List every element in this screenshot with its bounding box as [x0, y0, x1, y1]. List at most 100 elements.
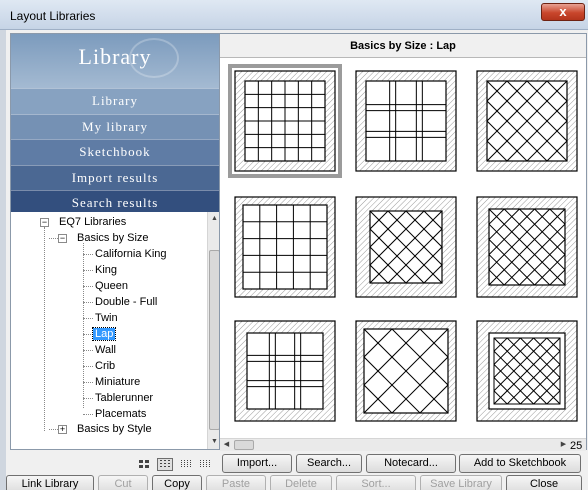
layout-thumbnail-on-point-small[interactable] — [351, 192, 461, 302]
layout-thumbnail-on-point-large[interactable] — [351, 316, 461, 426]
tree-connector — [83, 382, 93, 383]
tree-connector — [83, 243, 84, 408]
link-library-button[interactable]: Link Library — [6, 475, 94, 490]
tree-item-miniature[interactable]: Miniature — [93, 375, 142, 390]
layout-thumbnail-on-point-dense[interactable] — [472, 192, 582, 302]
tree-item-basics-by-style-label: Basics by Style — [77, 423, 152, 435]
tree-item-twin[interactable]: Twin — [93, 311, 120, 326]
tree-item-california-king[interactable]: California King — [93, 247, 169, 262]
tree-connector — [83, 302, 93, 303]
library-panel: Library Library My library Sketchbook Impor… — [10, 33, 220, 450]
view-medium-grid-icon[interactable] — [157, 458, 173, 471]
tree-connector — [83, 350, 93, 351]
search-button[interactable]: Search... — [296, 454, 362, 473]
nav-sketchbook-button[interactable]: Sketchbook — [11, 139, 219, 165]
scroll-right-arrow-icon[interactable]: ▶ — [558, 439, 569, 451]
layout-preview-icon — [355, 320, 457, 422]
tree-item-queen[interactable]: Queen — [93, 279, 130, 294]
tree-connector — [83, 366, 93, 367]
dialog-body: Library Library My library Sketchbook Impor… — [6, 30, 588, 490]
layout-preview-icon — [355, 70, 457, 172]
tree-item-twin-label: Twin — [95, 312, 118, 324]
tree-item-eq7-libraries-label: EQ7 Libraries — [59, 216, 127, 228]
nav-import-results-button[interactable]: Import results — [11, 164, 219, 191]
tree-connector — [83, 414, 93, 415]
delete-button[interactable]: Delete — [270, 475, 332, 490]
import-button[interactable]: Import... — [222, 454, 292, 473]
tree-connector — [83, 286, 93, 287]
view-small-grid-icon[interactable] — [136, 458, 152, 471]
add-to-sketchbook-button[interactable]: Add to Sketchbook — [459, 454, 581, 473]
tree-item-miniature-label: Miniature — [95, 376, 141, 388]
save-library-button[interactable]: Save Library — [420, 475, 502, 490]
grid-scrollbar[interactable]: ◀ ▶ 25 — [220, 438, 586, 452]
layout-preview-icon — [355, 196, 457, 298]
copy-button[interactable]: Copy — [152, 475, 202, 490]
notecard-button[interactable]: Notecard... — [366, 454, 456, 473]
tree-item-queen-label: Queen — [95, 280, 129, 292]
tree-connector — [83, 254, 93, 255]
tree-item-placemats-label: Placemats — [95, 408, 147, 420]
library-header: Library — [11, 34, 219, 88]
layout-preview-icon — [234, 70, 336, 172]
layout-preview-panel: Basics by Size : Lap ◀ ▶ 25 — [219, 33, 587, 452]
tree-item-king[interactable]: King — [93, 263, 119, 278]
cut-button[interactable]: Cut — [98, 475, 148, 490]
tree-item-double-full-label: Double - Full — [95, 296, 158, 308]
tree-item-california-king-label: California King — [95, 248, 167, 260]
tree-item-tablerunner-label: Tablerunner — [95, 392, 154, 404]
tree-connector — [83, 270, 93, 271]
layout-thumbnail-sashed-grid[interactable] — [351, 66, 461, 176]
tree-item-basics-by-size[interactable]: Basics by Size — [75, 231, 151, 246]
category-heading: Basics by Size : Lap — [220, 34, 586, 58]
tree-connector — [83, 318, 93, 319]
layout-thumbnail-on-point[interactable] — [472, 66, 582, 176]
scroll-left-arrow-icon[interactable]: ◀ — [221, 439, 232, 451]
tree-connector — [49, 238, 58, 239]
layout-preview-icon — [476, 196, 578, 298]
tree-item-lap-label: Lap — [91, 327, 117, 341]
tree-item-wall-label: Wall — [95, 344, 116, 356]
layout-preview-icon — [234, 196, 336, 298]
tree-item-eq7-libraries[interactable]: EQ7 Libraries — [57, 215, 128, 230]
layout-thumbnail-on-point-inner-border[interactable] — [472, 316, 582, 426]
tree-connector — [83, 334, 93, 335]
paste-button[interactable]: Paste — [206, 475, 266, 490]
grid-scroll-thumb[interactable] — [234, 440, 254, 450]
tree-item-basics-by-size-label: Basics by Size — [77, 232, 149, 244]
layout-count: 25 — [570, 440, 583, 452]
nav-library-button[interactable]: Library — [11, 88, 219, 114]
tree-item-lap[interactable]: Lap — [91, 327, 117, 342]
expand-basics-by-style-icon[interactable]: + — [58, 425, 67, 434]
tree-item-placemats[interactable]: Placemats — [93, 407, 148, 422]
tree-item-tablerunner[interactable]: Tablerunner — [93, 391, 155, 406]
library-header-title: Library — [78, 44, 152, 69]
close-button[interactable]: Close — [506, 475, 582, 490]
tree-item-king-label: King — [95, 264, 118, 276]
tree-connector — [49, 429, 58, 430]
view-large-grid-icon[interactable] — [178, 458, 194, 471]
window-title: Layout Libraries — [10, 9, 96, 23]
layout-grid — [220, 58, 586, 438]
layout-thumbnail-straight-grid-wide[interactable] — [230, 192, 340, 302]
tree-item-wall[interactable]: Wall — [93, 343, 118, 358]
tree-connector — [44, 227, 45, 431]
view-dense-grid-icon[interactable] — [197, 458, 213, 471]
tree-connector — [83, 398, 93, 399]
layout-thumbnail-sashed-grid-3x3[interactable] — [230, 316, 340, 426]
sort-button[interactable]: Sort... — [336, 475, 416, 490]
expand-basics-by-size-icon[interactable]: − — [58, 234, 67, 243]
layout-thumbnail-straight-grid[interactable] — [228, 64, 342, 178]
layout-preview-icon — [234, 320, 336, 422]
title-bar: Layout Libraries x — [0, 0, 588, 30]
tree-item-crib[interactable]: Crib — [93, 359, 117, 374]
layout-preview-icon — [476, 70, 578, 172]
tree-item-double-full[interactable]: Double - Full — [93, 295, 159, 310]
layout-preview-icon — [476, 320, 578, 422]
tree-item-basics-by-style[interactable]: Basics by Style — [75, 422, 154, 437]
library-tree: − EQ7 Libraries − Basics by Size California … — [11, 212, 207, 449]
expand-eq7-libraries-icon[interactable]: − — [40, 218, 49, 227]
nav-my-library-button[interactable]: My library — [11, 113, 219, 140]
tree-item-crib-label: Crib — [95, 360, 116, 372]
window-close-button[interactable]: x — [541, 3, 585, 21]
